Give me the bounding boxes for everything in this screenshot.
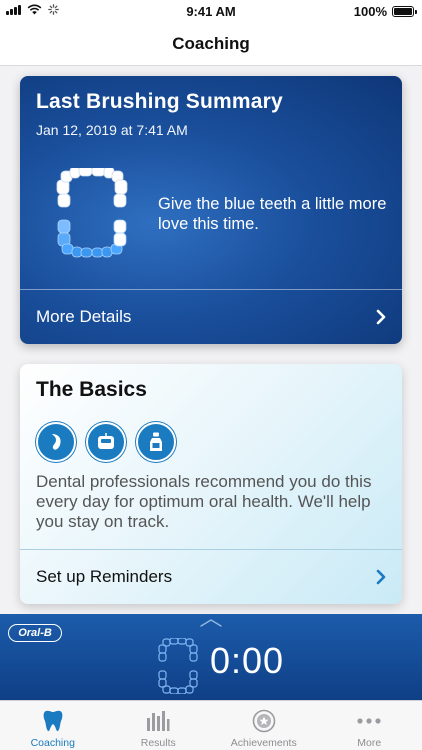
chevron-right-icon [376,309,386,325]
tab-results[interactable]: Results [106,701,212,750]
battery-percent: 100% [353,4,387,19]
brushing-timer-value: 0:00 [210,640,285,681]
oral-b-logo: Oral-B [8,624,62,642]
summary-message: Give the blue teeth a little more love t… [158,195,387,233]
status-right: 100% [353,4,417,19]
basics-description: Dental professionals recommend you do th… [36,472,372,531]
tab-bar: Coaching Results Achievements More [0,700,422,750]
tab-label: Achievements [230,737,297,749]
summary-date: Jan 12, 2019 at 7:41 AM [36,122,188,138]
basics-icons [36,422,176,462]
chevron-up-icon[interactable] [199,618,223,628]
tab-label: Results [140,737,176,749]
more-dots-icon [356,708,382,734]
tooth-icon [40,708,66,734]
the-basics-card: The Basics Dental professionals recommen… [20,364,402,604]
last-brushing-summary-card[interactable]: Last Brushing Summary Jan 12, 2019 at 7:… [20,76,402,344]
tab-label: Coaching [30,737,75,749]
bar-chart-icon [145,708,171,734]
teeth-outline-icon [158,638,198,694]
page-title: Coaching [172,34,250,53]
tongue-cleaning-icon[interactable] [36,422,76,462]
tab-more[interactable]: More [317,701,422,750]
set-up-reminders-label: Set up Reminders [36,567,173,586]
basics-title: The Basics [36,378,147,401]
teeth-diagram-icon [56,168,128,258]
nav-bar: Coaching [0,22,422,66]
tab-achievements[interactable]: Achievements [211,701,317,750]
floss-icon[interactable] [86,422,126,462]
chevron-right-icon [376,569,386,585]
tab-label: More [357,737,382,749]
more-details-button[interactable]: More Details [20,290,402,344]
mouthwash-icon[interactable] [136,422,176,462]
battery-icon [392,6,417,17]
brushing-timer-panel[interactable]: Oral-B 0:00 [0,614,422,700]
status-bar: 9:41 AM 100% [0,0,422,22]
set-up-reminders-button[interactable]: Set up Reminders [20,550,402,604]
medal-icon [251,708,277,734]
more-details-label: More Details [36,307,132,326]
summary-title: Last Brushing Summary [36,90,283,113]
tab-coaching[interactable]: Coaching [0,701,106,750]
